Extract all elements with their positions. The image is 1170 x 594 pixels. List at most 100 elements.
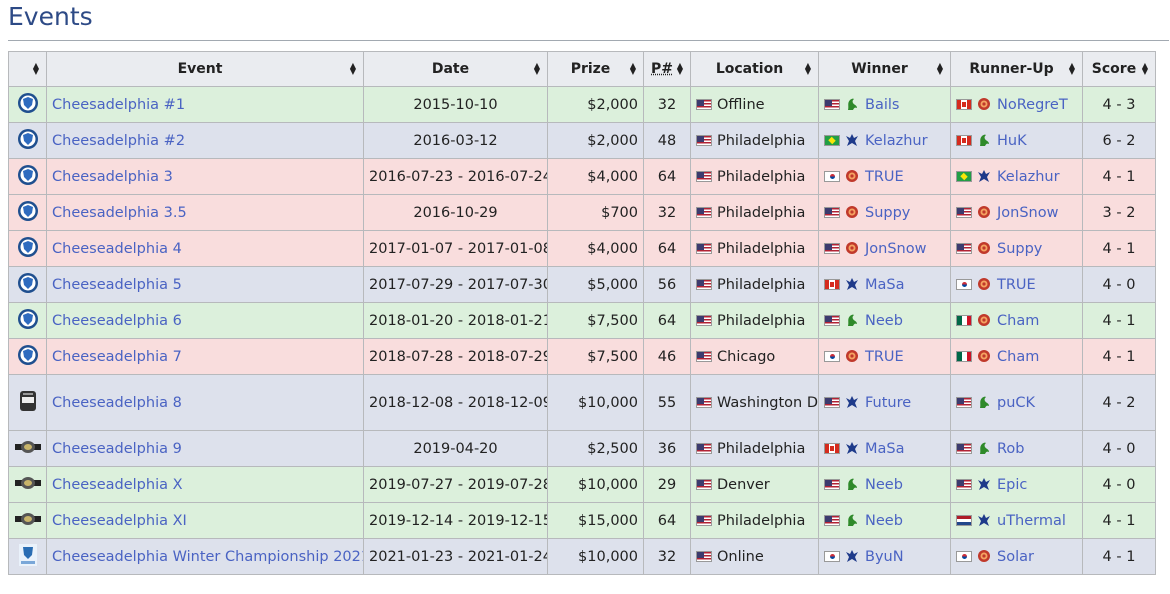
score-cell: 4 - 1 (1082, 338, 1156, 375)
runner-up-link[interactable]: Suppy (997, 241, 1042, 257)
event-logo-icon[interactable] (17, 200, 39, 226)
prize-cell: $15,000 (547, 502, 644, 539)
event-link[interactable]: Cheeseadelphia 4 (52, 241, 182, 257)
sort-arrows-icon[interactable]: ▲ ▼ (1068, 62, 1076, 76)
sort-arrows-icon[interactable]: ▲ ▼ (936, 62, 944, 76)
date-cell: 2018-12-08 - 2018-12-09 (363, 374, 548, 431)
event-cell: Cheesadelphia #2 (46, 122, 364, 159)
header-col-players[interactable]: P# ▲ ▼ (643, 51, 691, 87)
score-cell: 4 - 0 (1082, 430, 1156, 467)
runner-up-link[interactable]: NoRegreT (997, 97, 1068, 113)
sort-arrows-icon[interactable]: ▲ ▼ (1141, 62, 1149, 76)
event-link[interactable]: Cheeseadelphia 6 (52, 313, 182, 329)
event-link[interactable]: Cheesadelphia 3.5 (52, 205, 187, 221)
event-logo-icon[interactable] (14, 511, 41, 531)
event-link[interactable]: Cheeseadelphia XI (52, 513, 187, 529)
location-cell: Philadelphia (690, 266, 819, 303)
event-logo-icon[interactable] (17, 389, 39, 417)
header-col-prize[interactable]: Prize ▲ ▼ (547, 51, 644, 87)
event-link[interactable]: Cheeseadelphia 9 (52, 441, 182, 457)
runner-up-link[interactable]: Cham (997, 349, 1039, 365)
runner-up-link[interactable]: Rob (997, 441, 1025, 457)
winner-link[interactable]: TRUE (865, 169, 904, 185)
sort-arrows-icon[interactable]: ▲ ▼ (32, 62, 40, 76)
runner-up-cell: TRUE (950, 266, 1083, 303)
header-col-logo[interactable]: ▲ ▼ (8, 51, 47, 87)
header-col-winner[interactable]: Winner ▲ ▼ (818, 51, 951, 87)
runner-up-link[interactable]: Epic (997, 477, 1027, 493)
sort-arrows-icon[interactable]: ▲ ▼ (533, 62, 541, 76)
event-logo-icon[interactable] (17, 92, 39, 118)
event-link[interactable]: Cheesadelphia 3 (52, 169, 173, 185)
header-col-date[interactable]: Date ▲ ▼ (363, 51, 548, 87)
winner-link[interactable]: Neeb (865, 477, 903, 493)
runner-up-link[interactable]: puCK (997, 395, 1035, 411)
flag-mx-icon (956, 314, 972, 326)
event-logo-icon[interactable] (17, 308, 39, 334)
runner-up-link[interactable]: Cham (997, 313, 1039, 329)
event-link[interactable]: Cheesadelphia #2 (52, 133, 185, 149)
zerg-race-icon (845, 313, 859, 327)
sort-arrows-icon[interactable]: ▲ ▼ (676, 62, 684, 76)
header-col-event[interactable]: Event ▲ ▼ (46, 51, 364, 87)
sort-arrows-icon[interactable]: ▲ ▼ (629, 62, 637, 76)
event-logo-cell (8, 430, 47, 467)
sort-arrows-icon[interactable]: ▲ ▼ (349, 62, 357, 76)
winner-link[interactable]: Bails (865, 97, 899, 113)
winner-cell: MaSa (818, 430, 951, 467)
event-logo-icon[interactable] (17, 128, 39, 154)
event-logo-cell (8, 158, 47, 195)
winner-link[interactable]: Future (865, 395, 911, 411)
event-logo-icon[interactable] (17, 164, 39, 190)
event-logo-icon[interactable] (14, 439, 41, 459)
winner-link[interactable]: Kelazhur (865, 133, 928, 149)
location-text: Philadelphia (717, 440, 806, 457)
event-link[interactable]: Cheeseadelphia X (52, 477, 183, 493)
runner-up-link[interactable]: Kelazhur (997, 169, 1060, 185)
flag-us-icon (696, 170, 712, 182)
winner-link[interactable]: Suppy (865, 205, 910, 221)
event-link[interactable]: Cheesadelphia #1 (52, 97, 185, 113)
header-col-score[interactable]: Score ▲ ▼ (1082, 51, 1156, 87)
event-link[interactable]: Cheeseadelphia 7 (52, 349, 182, 365)
header-label: Score (1091, 61, 1137, 77)
winner-link[interactable]: MaSa (865, 441, 905, 457)
winner-link[interactable]: TRUE (865, 349, 904, 365)
flag-us-icon (824, 314, 840, 326)
players-cell: 32 (643, 194, 691, 231)
winner-link[interactable]: Neeb (865, 513, 903, 529)
runner-up-link[interactable]: JonSnow (997, 205, 1058, 221)
flag-ca-icon (956, 98, 972, 110)
location-text: Philadelphia (717, 204, 806, 221)
event-logo-icon[interactable] (14, 475, 41, 495)
runner-up-cell: Suppy (950, 230, 1083, 267)
runner-up-link[interactable]: Solar (997, 549, 1034, 565)
winner-link[interactable]: JonSnow (865, 241, 926, 257)
event-logo-icon[interactable] (17, 236, 39, 262)
event-logo-icon[interactable] (17, 543, 39, 571)
runner-up-link[interactable]: TRUE (997, 277, 1036, 293)
header-col-location[interactable]: Location ▲ ▼ (690, 51, 819, 87)
winner-link[interactable]: MaSa (865, 277, 905, 293)
runner-up-link[interactable]: HuK (997, 133, 1027, 149)
winner-link[interactable]: ByuN (865, 549, 904, 565)
event-link[interactable]: Cheeseadelphia Winter Championship 2021 (52, 549, 363, 565)
table-row: Cheesadelphia #2 2016-03-12 $2,000 48 Philad… (8, 122, 1156, 159)
event-logo-icon[interactable] (17, 272, 39, 298)
date-cell: 2018-07-28 - 2018-07-29 (363, 338, 548, 375)
event-link[interactable]: Cheeseadelphia 5 (52, 277, 182, 293)
runner-up-link[interactable]: uThermal (997, 513, 1066, 529)
zerg-race-icon (845, 513, 859, 527)
location-text: Philadelphia (717, 132, 806, 149)
event-link[interactable]: Cheeseadelphia 8 (52, 395, 182, 411)
flag-us-icon (824, 242, 840, 254)
header-col-runner-up[interactable]: Runner-Up ▲ ▼ (950, 51, 1083, 87)
winner-link[interactable]: Neeb (865, 313, 903, 329)
prize-cell: $2,000 (547, 122, 644, 159)
event-logo-cell (8, 266, 47, 303)
event-logo-icon[interactable] (17, 344, 39, 370)
location-cell: Philadelphia (690, 230, 819, 267)
runner-up-cell: puCK (950, 374, 1083, 431)
location-text: Offline (717, 96, 765, 113)
sort-arrows-icon[interactable]: ▲ ▼ (804, 62, 812, 76)
